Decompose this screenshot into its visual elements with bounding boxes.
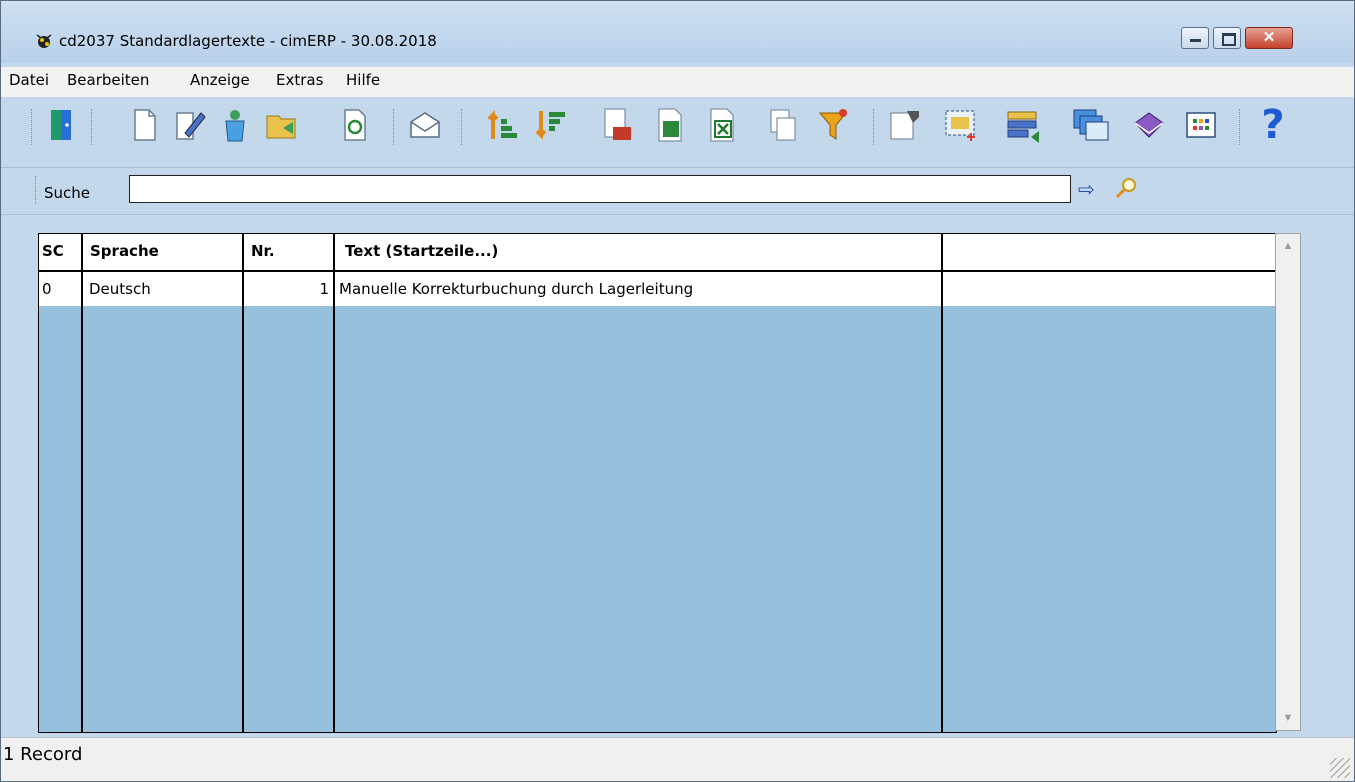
close-button[interactable]: ✕: [1245, 27, 1293, 49]
column-divider: [242, 234, 244, 732]
app-logo-icon: [34, 31, 54, 51]
scroll-down-arrow-icon[interactable]: ▼: [1276, 706, 1300, 730]
column-divider: [333, 234, 335, 732]
table-row[interactable]: 0 Deutsch 1 Manuelle Korrekturbuchung du…: [39, 272, 1276, 306]
numbered-list-icon[interactable]: [597, 105, 637, 145]
new-document-icon[interactable]: [125, 105, 165, 145]
record-count: 1 Record: [3, 744, 83, 765]
menu-datei[interactable]: Datei: [9, 71, 49, 89]
column-divider: [81, 234, 83, 732]
windows-cascade-icon[interactable]: [1071, 105, 1111, 145]
toolbar-grip: [393, 109, 397, 145]
menu-extras[interactable]: Extras: [276, 71, 323, 89]
grid-view-icon[interactable]: [1181, 105, 1221, 145]
list-import-icon[interactable]: [1003, 105, 1043, 145]
menu-anzeige[interactable]: Anzeige: [190, 71, 250, 89]
exit-door-icon[interactable]: [41, 105, 81, 145]
data-grid: SC Sprache Nr. Text (Startzeile...) 0 De…: [38, 233, 1277, 733]
recycle-icon[interactable]: [215, 105, 255, 145]
menu-bearbeiten[interactable]: Bearbeiten: [67, 71, 149, 89]
cell-sc[interactable]: 0: [39, 272, 81, 306]
search-input[interactable]: [129, 175, 1071, 203]
column-header-text[interactable]: Text (Startzeile...): [335, 234, 941, 270]
column-header-nr[interactable]: Nr.: [244, 234, 333, 270]
export-excel-icon[interactable]: [703, 105, 743, 145]
edit-pencil-icon[interactable]: [171, 105, 211, 145]
filter-funnel-icon[interactable]: [815, 105, 855, 145]
sort-ascending-icon[interactable]: [483, 105, 523, 145]
window-title: cd2037 Standardlagertexte - cimERP - 30.…: [59, 32, 437, 50]
menu-hilfe[interactable]: Hilfe: [346, 71, 380, 89]
refresh-icon[interactable]: [335, 105, 375, 145]
toolbar-grip: [31, 109, 35, 145]
toolbar-grip: [461, 109, 465, 145]
mail-envelope-icon[interactable]: [405, 105, 445, 145]
table-header: SC Sprache Nr. Text (Startzeile...): [39, 234, 1276, 272]
scroll-up-arrow-icon[interactable]: ▲: [1276, 234, 1300, 258]
menu-bar: Datei Bearbeiten Anzeige Extras Hilfe: [1, 67, 1354, 97]
sort-descending-icon[interactable]: [531, 105, 571, 145]
searchbar-grip: [35, 176, 39, 204]
export-pdf-icon[interactable]: [651, 105, 691, 145]
toolbar: ?: [1, 97, 1354, 167]
close-icon: ✕: [1262, 29, 1276, 46]
column-divider: [941, 234, 943, 732]
resize-grip-icon[interactable]: [1330, 758, 1350, 778]
cell-text[interactable]: Manuelle Korrekturbuchung durch Lagerlei…: [335, 272, 941, 306]
maximize-button[interactable]: [1213, 27, 1241, 49]
minimize-button[interactable]: [1181, 27, 1209, 49]
toolbar-grip: [873, 109, 877, 145]
new-window-icon[interactable]: [941, 105, 981, 145]
toolbar-grip: [1239, 109, 1243, 145]
cell-extra[interactable]: [943, 272, 1276, 306]
cell-nr[interactable]: 1: [244, 272, 333, 306]
column-header-sc[interactable]: SC: [39, 234, 81, 270]
search-label: Suche: [44, 184, 91, 202]
book-icon[interactable]: [1129, 105, 1169, 145]
toolbar-grip: [91, 109, 95, 145]
minimize-icon: [1190, 39, 1201, 42]
maximize-icon: [1222, 33, 1236, 46]
status-bar: 1 Record: [1, 737, 1354, 781]
column-header-sprache[interactable]: Sprache: [83, 234, 242, 270]
erp-window: cd2037 Standardlagertexte - cimERP - 30.…: [0, 0, 1355, 782]
search-bar: Suche ⇨: [1, 167, 1354, 215]
cell-sprache[interactable]: Deutsch: [83, 272, 242, 306]
vertical-scrollbar[interactable]: ▲ ▼: [1275, 233, 1301, 731]
copy-icon[interactable]: [763, 105, 803, 145]
help-icon[interactable]: ?: [1253, 105, 1293, 145]
title-bar: cd2037 Standardlagertexte - cimERP - 30.…: [1, 1, 1354, 63]
magnifier-icon[interactable]: [1114, 176, 1138, 206]
column-header-extra[interactable]: [943, 234, 1276, 270]
open-folder-icon[interactable]: [263, 105, 303, 145]
go-arrow-icon[interactable]: ⇨: [1078, 177, 1095, 202]
settings-tools-icon[interactable]: [885, 105, 925, 145]
